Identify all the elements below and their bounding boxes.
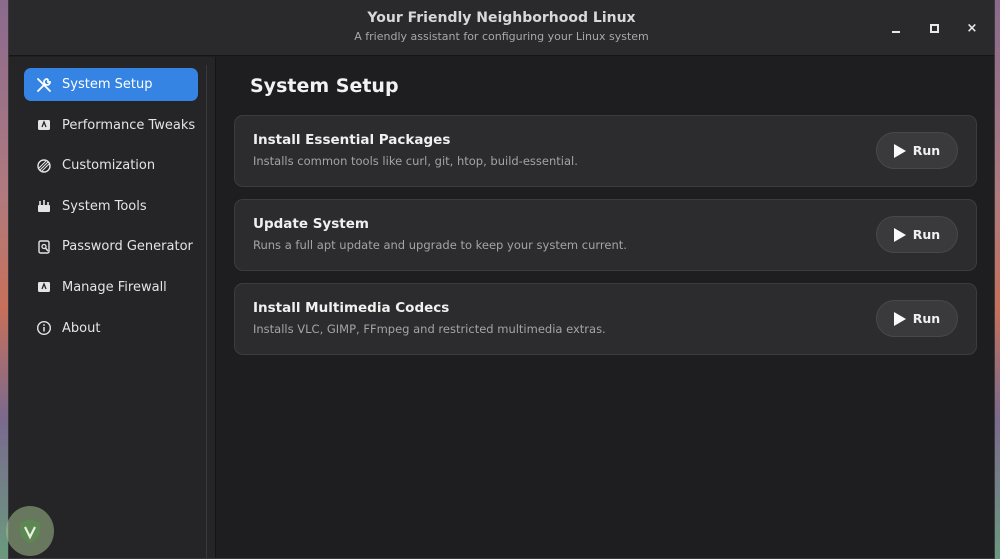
shield-logo-icon — [6, 506, 54, 556]
action-card-install-multimedia-codecs: Install Multimedia Codecs Installs VLC, … — [234, 283, 977, 355]
page-title: System Setup — [250, 75, 399, 97]
run-button[interactable]: Run — [876, 132, 958, 169]
card-title: Install Multimedia Codecs — [253, 300, 450, 316]
card-title: Install Essential Packages — [253, 132, 451, 148]
performance-icon — [36, 117, 52, 133]
info-icon — [36, 320, 52, 336]
app-window: Your Friendly Neighborhood Linux A frien… — [8, 0, 995, 559]
sidebar-item-system-tools[interactable]: System Tools — [24, 190, 198, 223]
sidebar-item-label: About — [62, 320, 101, 336]
action-card-update-system: Update System Runs a full apt update and… — [234, 199, 977, 271]
card-description: Installs VLC, GIMP, FFmpeg and restricte… — [253, 322, 606, 336]
sidebar-item-label: System Tools — [62, 198, 147, 214]
sidebar-item-label: Customization — [62, 158, 156, 174]
minimize-button[interactable] — [886, 18, 906, 38]
run-button[interactable]: Run — [876, 300, 958, 337]
firewall-icon — [36, 279, 52, 295]
sidebar-item-label: Manage Firewall — [62, 279, 167, 295]
window-title: Your Friendly Neighborhood Linux — [367, 10, 636, 26]
sidebar-item-manage-firewall[interactable]: Manage Firewall — [24, 271, 198, 304]
action-card-install-essential-packages: Install Essential Packages Installs comm… — [234, 115, 977, 187]
sidebar-item-performance-tweaks[interactable]: Performance Tweaks — [24, 109, 198, 142]
sidebar-item-label: Performance Tweaks — [62, 117, 196, 133]
run-button-label: Run — [912, 311, 941, 326]
sidebar-item-about[interactable]: About — [24, 312, 198, 345]
password-icon — [36, 239, 52, 255]
toolbox-icon — [36, 198, 52, 214]
play-icon — [893, 227, 906, 242]
card-description: Runs a full apt update and upgrade to ke… — [253, 238, 627, 252]
run-button-label: Run — [912, 227, 941, 242]
sidebar-item-label: Password Generator — [62, 239, 193, 255]
sidebar: System Setup Performance Tweaks Customiz… — [9, 57, 216, 558]
sidebar-item-system-setup[interactable]: System Setup — [24, 68, 198, 101]
sidebar-divider — [206, 65, 207, 558]
sidebar-item-password-generator[interactable]: Password Generator — [24, 230, 198, 263]
window-subtitle: A friendly assistant for configuring you… — [354, 30, 649, 43]
palette-icon — [36, 158, 52, 174]
card-description: Installs common tools like curl, git, ht… — [253, 154, 578, 168]
main-content: System Setup Install Essential Packages … — [217, 57, 994, 558]
maximize-icon — [929, 23, 939, 33]
sidebar-item-customization[interactable]: Customization — [24, 149, 198, 182]
play-icon — [893, 143, 906, 158]
run-button-label: Run — [912, 143, 941, 158]
minimize-icon — [892, 31, 900, 33]
close-icon: × — [966, 20, 978, 36]
play-icon — [893, 311, 906, 326]
wrench-screwdriver-icon — [36, 77, 52, 93]
run-button[interactable]: Run — [876, 216, 958, 253]
title-bar[interactable]: Your Friendly Neighborhood Linux A frien… — [9, 0, 994, 56]
maximize-button[interactable] — [924, 18, 944, 38]
sidebar-item-label: System Setup — [62, 77, 153, 92]
close-button[interactable]: × — [962, 18, 982, 38]
card-title: Update System — [253, 216, 369, 232]
